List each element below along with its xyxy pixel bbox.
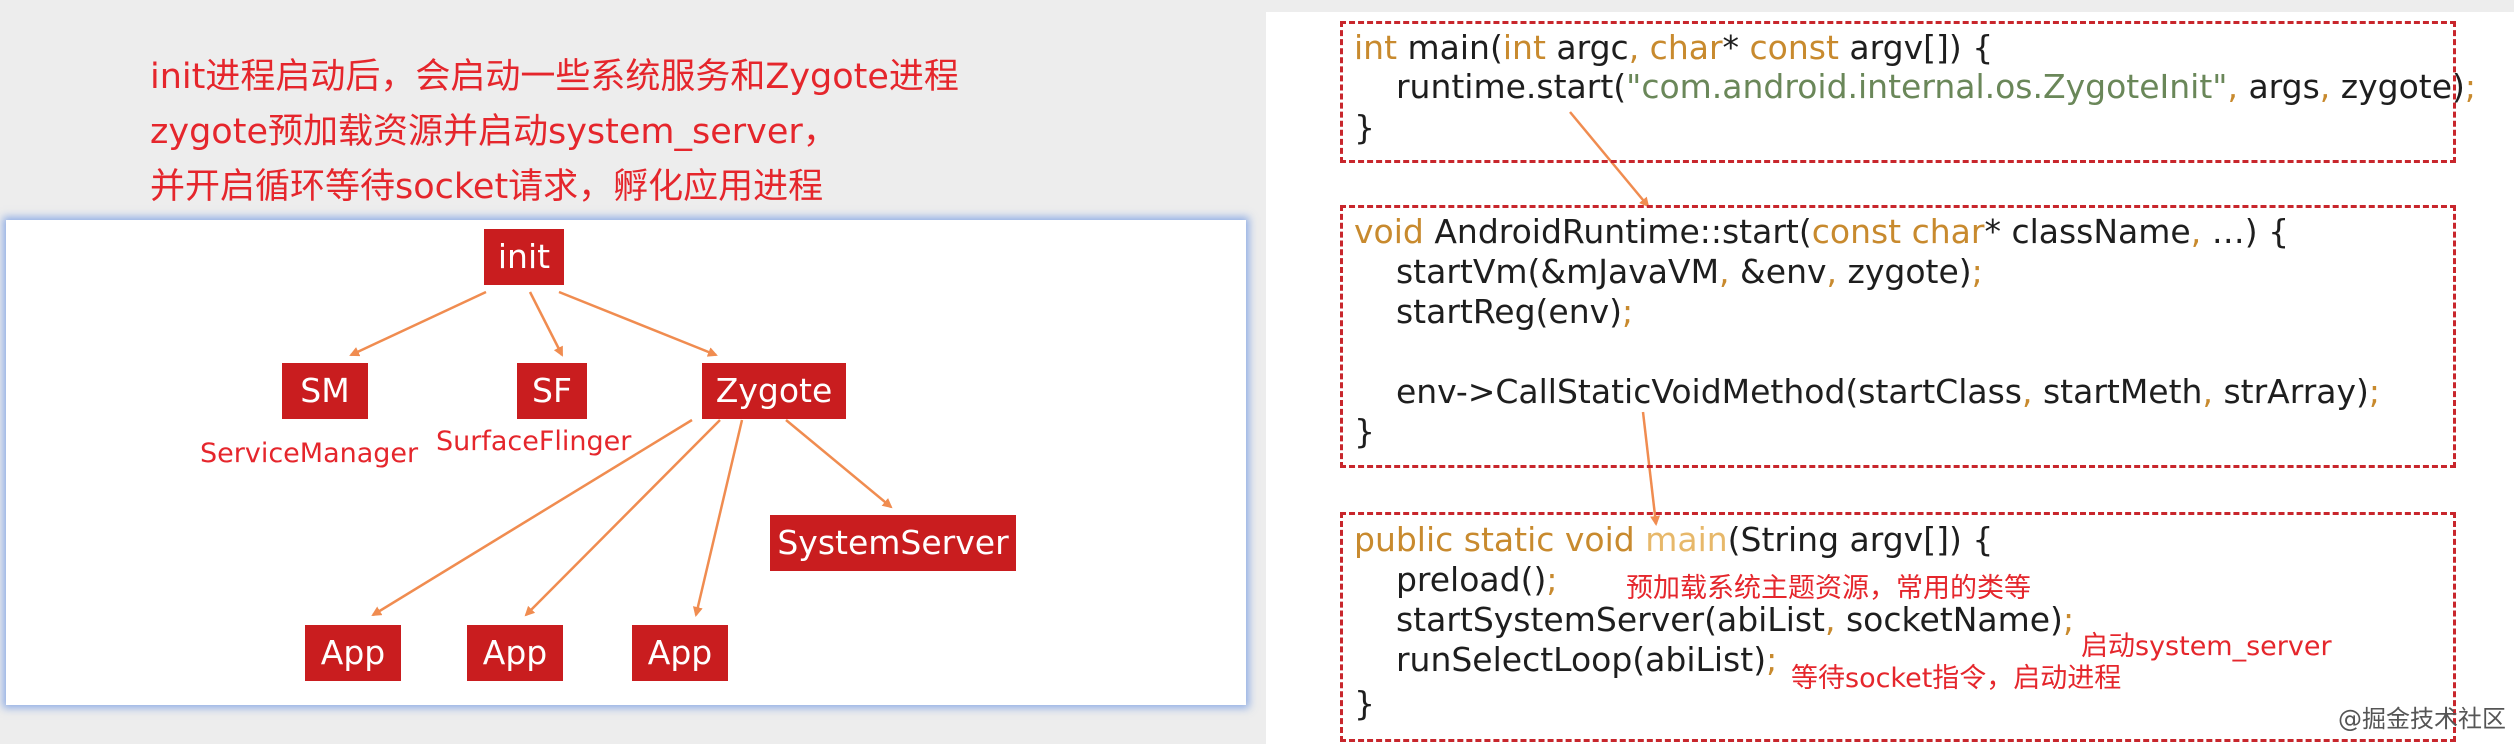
intro-note-line-3: 并开启循环等待socket请求，孵化应用进程 [150, 167, 824, 207]
tok: , [1719, 252, 1730, 291]
tok: , [2202, 372, 2213, 411]
tok: const [1749, 28, 1839, 67]
comment-select-loop: 等待socket指令，启动进程 [1791, 663, 2122, 694]
tok: ; [1971, 252, 1983, 291]
tok: argc [1545, 28, 1629, 67]
tok: main [1634, 520, 1728, 559]
code-line-main-signature: int main(int argc, char* const argv[]) { [1354, 28, 1993, 67]
arrow-zygote-systemserver [785, 419, 893, 509]
code-line-callstaticvoidmethod: env->CallStaticVoidMethod(startClass, st… [1354, 372, 2380, 411]
tok: , [2227, 67, 2238, 106]
tok: startVm(&mJavaVM [1354, 252, 1720, 291]
tok: env->CallStaticVoidMethod(startClass [1354, 372, 2022, 411]
tok: , [1628, 28, 1640, 67]
tok: …) { [2201, 212, 2290, 251]
tok: , [2021, 372, 2033, 411]
tok: * className [1984, 212, 2191, 251]
code-line-close-brace: } [1354, 684, 1375, 723]
tok: , [1826, 252, 1838, 291]
tok: startReg(env) [1354, 292, 1623, 331]
tok: preload() [1354, 560, 1547, 599]
arrow-init-zygote [558, 290, 718, 357]
process-tree-arrows [349, 290, 893, 617]
tok: zygote) [1837, 252, 1972, 291]
tok: (String argv[]) { [1727, 520, 1994, 559]
code-line-startvm: startVm(&mJavaVM, &env, zygote); [1354, 252, 1983, 291]
arrow-init-sf [528, 291, 564, 357]
tok: "com.android.internal.os.ZygoteInit" [1626, 67, 2228, 106]
code-line-start-signature: void AndroidRuntime::start(const char* c… [1354, 212, 2289, 251]
tok: runSelectLoop(abiList) [1354, 640, 1767, 679]
tok: ; [2062, 600, 2075, 639]
arrow-init-sm [349, 290, 487, 357]
tok: ; [2464, 67, 2477, 106]
code-line-runselectloop: runSelectLoop(abiList); [1354, 640, 1777, 679]
caption-surfaceflinger: SurfaceFlinger [436, 426, 632, 457]
node-app-1: App [305, 625, 401, 681]
tok: startMeth [2032, 372, 2203, 411]
code-line-startreg: startReg(env); [1354, 292, 1633, 331]
tok: zygote) [2330, 67, 2465, 106]
node-systemserver: SystemServer [770, 515, 1016, 571]
tok: socketName) [1835, 600, 2063, 639]
tok: ; [2368, 372, 2381, 411]
tok: startSystemServer(abiList [1354, 600, 1825, 639]
code-line-close-brace: } [1354, 412, 1375, 451]
node-zygote: Zygote [702, 363, 846, 419]
process-tree-panel: init SM SF Zygote SystemServer App App A… [6, 220, 1246, 705]
node-app-2: App [467, 625, 563, 681]
tok: int [1354, 28, 1398, 67]
tok: char [1639, 28, 1723, 67]
tok: public static void [1354, 520, 1635, 559]
intro-note-line-1: init进程启动后，会启动一些系统服务和Zygote进程 [150, 57, 959, 97]
tok: AndroidRuntime::start( [1423, 212, 1812, 251]
code-line-startsystemserver: startSystemServer(abiList, socketName); [1354, 600, 2074, 639]
code-panel: int main(int argc, char* const argv[]) {… [1266, 12, 2514, 744]
tok: ; [1622, 292, 1634, 331]
node-sm: SM [282, 363, 368, 419]
code-line-zygoteinit-main-signature: public static void main(String argv[]) { [1354, 520, 1993, 559]
tok: args [2237, 67, 2320, 106]
node-init: init [484, 229, 564, 285]
tok: argv[]) { [1838, 28, 1994, 67]
tok: &env [1729, 252, 1827, 291]
intro-note-line-2: zygote预加载资源并启动system_server， [150, 112, 838, 152]
code-line-close-brace: } [1354, 108, 1375, 147]
watermark: @掘金技术社区 [2338, 705, 2506, 733]
node-sf: SF [517, 363, 587, 419]
caption-servicemanager: ServiceManager [200, 438, 419, 469]
code-line-preload: preload(); [1354, 560, 1558, 599]
tok: * [1722, 28, 1750, 67]
comment-preload: 预加载系统主题资源，常用的类等 [1626, 573, 2031, 604]
tok: runtime.start( [1354, 67, 1627, 106]
tok: int [1502, 28, 1546, 67]
node-app-3: App [632, 625, 728, 681]
tok: void [1354, 212, 1424, 251]
arrow-zygote-app3 [692, 419, 744, 617]
code-line-runtime-start: runtime.start("com.android.internal.os.Z… [1354, 67, 2476, 106]
tok: , [2319, 67, 2331, 106]
tok: , [1825, 600, 1836, 639]
tok: ; [1766, 640, 1778, 679]
tok: main( [1397, 28, 1503, 67]
tok: , [2190, 212, 2202, 251]
tok: ; [1546, 560, 1558, 599]
tok: strArray) [2212, 372, 2369, 411]
tok: const char [1811, 212, 1985, 251]
